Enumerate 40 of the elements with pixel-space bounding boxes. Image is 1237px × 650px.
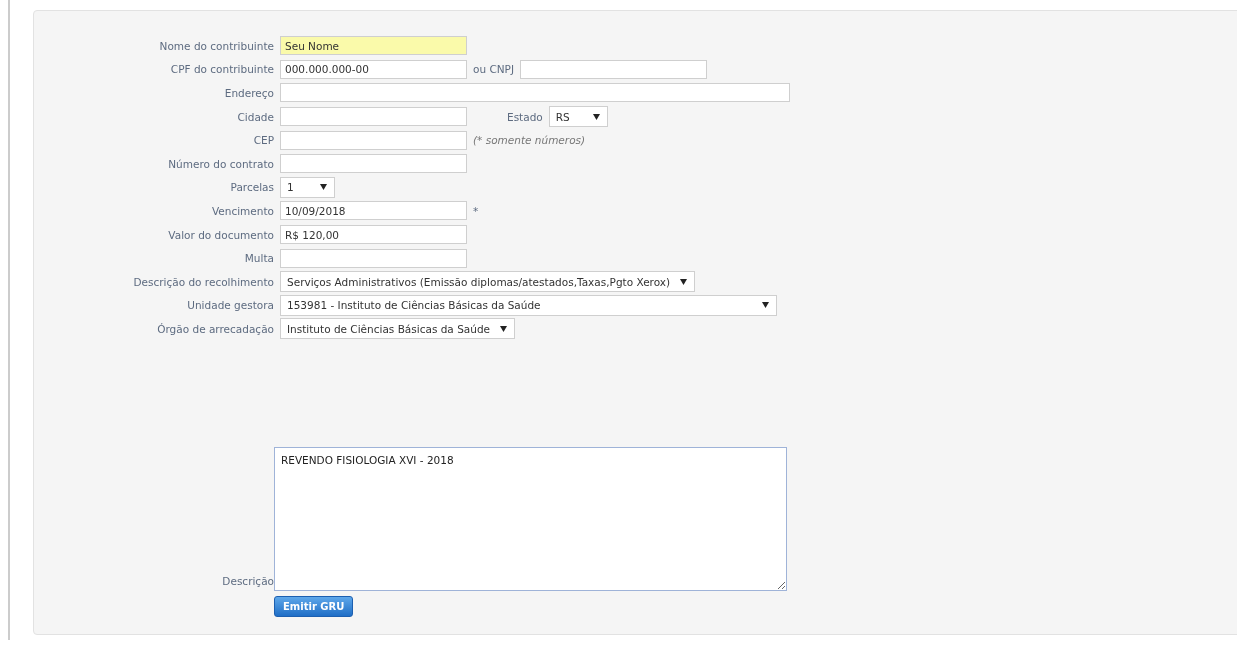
field-label: Vencimento (210, 204, 275, 217)
caret-icon (762, 302, 769, 309)
emitir-gru-button[interactable]: Emitir GRU (274, 596, 354, 617)
field-label: Estado (507, 110, 543, 123)
text-field[interactable] (520, 59, 708, 79)
text-field[interactable] (280, 130, 467, 150)
field-label: Descrição do recolhimento (132, 275, 275, 288)
text-field[interactable]: R$ 120,00 (280, 225, 467, 245)
field-label: Nome do contribuinte (158, 39, 275, 52)
field-label: Cidade (236, 110, 275, 123)
required-mark: * (473, 204, 479, 217)
description-textarea[interactable]: REVENDO FISIOLOGIA XVI - 2018 (274, 446, 787, 591)
caret-icon (680, 278, 688, 285)
dropdown[interactable]: RS (548, 106, 608, 128)
dropdown[interactable]: Serviços Administrativos (Emissão diplomas/atestados,Taxas,Pgto Xerox) (280, 271, 696, 293)
hint-text: (* somente números) (473, 134, 586, 147)
field-label: Multa (243, 252, 275, 265)
text-field[interactable] (280, 248, 467, 268)
text-field[interactable] (280, 83, 790, 103)
field-label: Descrição (221, 574, 275, 589)
field-label: Unidade gestora (186, 299, 275, 312)
field-label: Número do contrato (167, 157, 275, 170)
field-label: Órgão de arrecadação (156, 322, 275, 335)
field-label: Endereço (223, 87, 275, 99)
dropdown[interactable]: 153981 - Instituto de Ciências Básicas da Saúde (280, 294, 777, 316)
field-label: Parcelas (229, 181, 275, 194)
text-field[interactable] (280, 107, 467, 127)
text-field[interactable]: 10/09/2018 (280, 201, 467, 221)
field-label: CEP (252, 134, 275, 147)
dropdown[interactable]: 1 (280, 176, 335, 198)
caret-icon (320, 184, 327, 191)
caret-icon (592, 113, 600, 120)
field-label: Valor do documento (167, 228, 275, 241)
caret-icon (500, 325, 508, 332)
text-field[interactable]: Seu Nome (280, 36, 467, 56)
field-label: ou CNPJ (473, 63, 515, 76)
text-field[interactable] (280, 154, 467, 174)
dropdown[interactable]: Instituto de Ciências Básicas da Saúde (280, 318, 516, 340)
text-field[interactable]: 000.000.000-00 (280, 59, 467, 79)
field-label: CPF do contribuinte (169, 63, 275, 76)
